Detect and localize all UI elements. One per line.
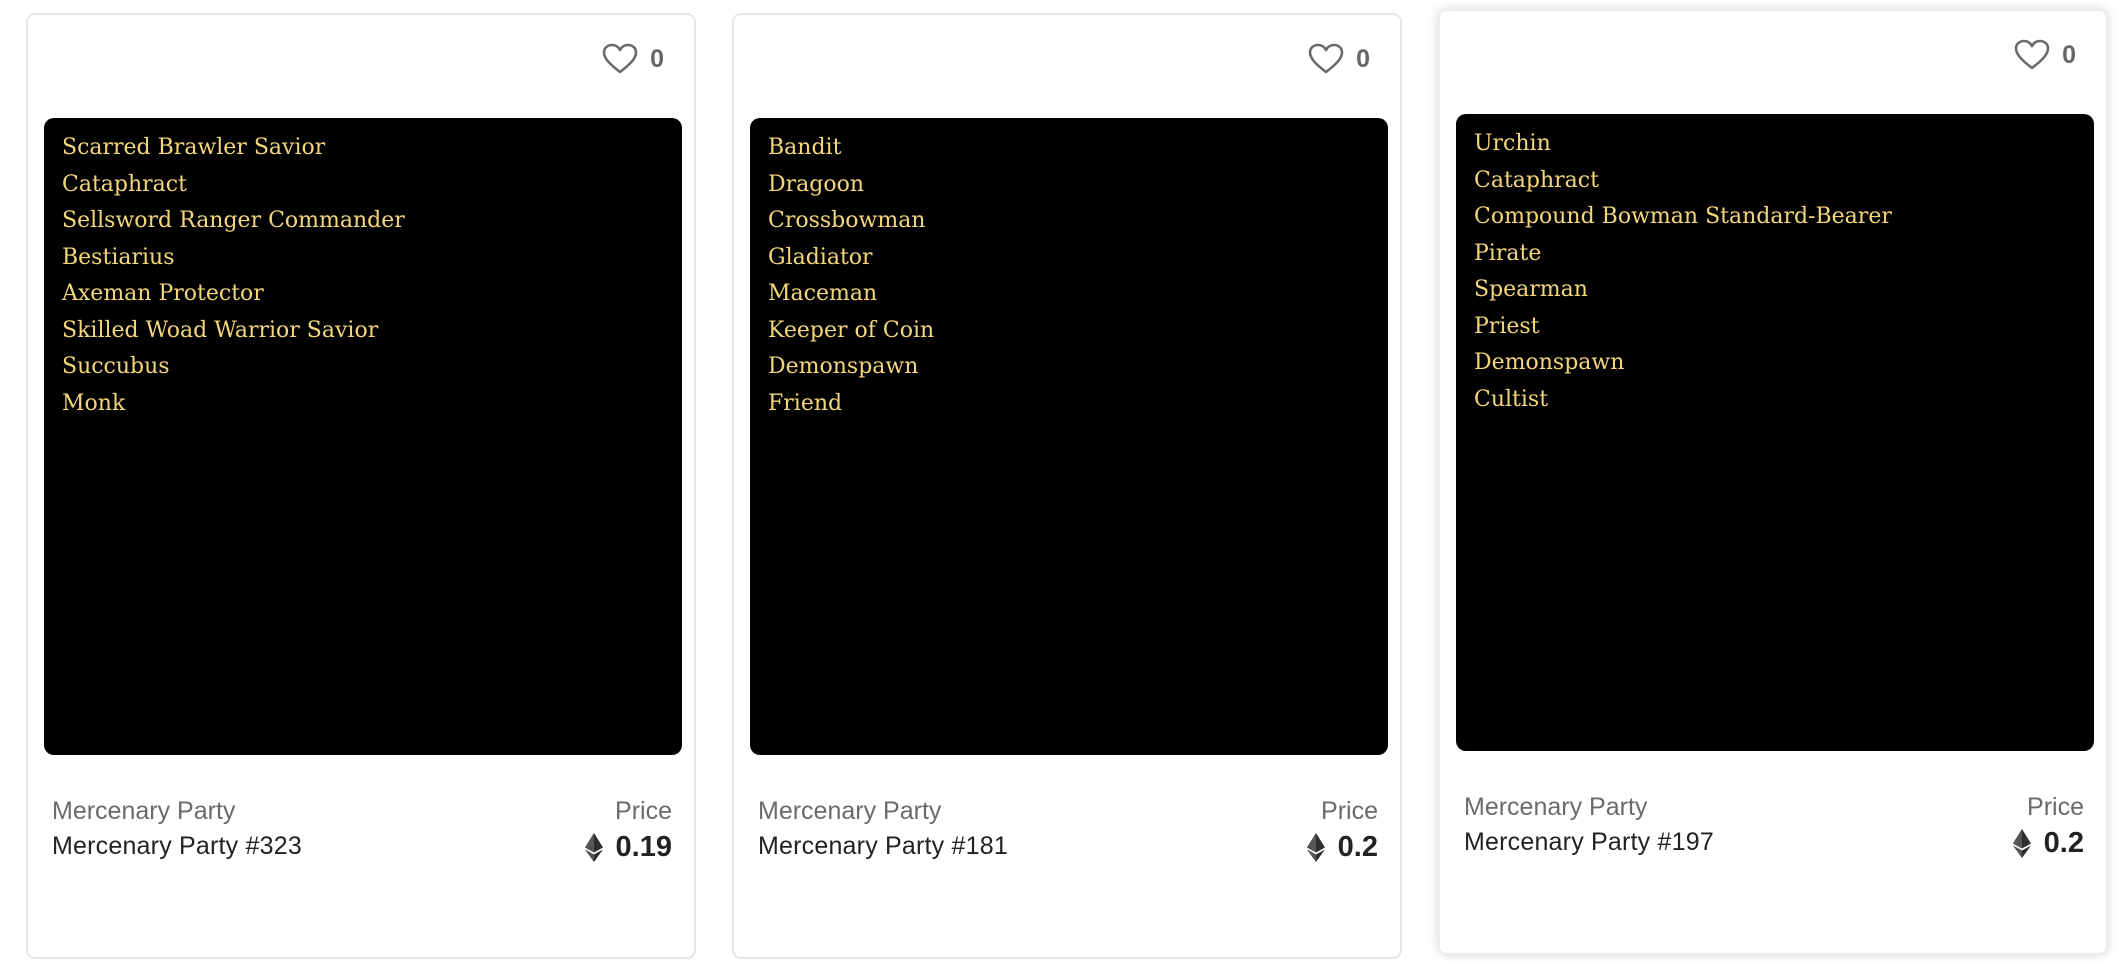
unit-name: Compound Bowman Standard-Bearer xyxy=(1474,204,1892,229)
unit-name: Cultist xyxy=(1474,386,1549,412)
like-button[interactable]: 0 xyxy=(602,43,664,75)
unit-name: Friend xyxy=(768,390,843,416)
unit-name: Dragoon xyxy=(768,171,865,197)
price: 0.19 xyxy=(584,831,672,864)
price-value: 0.2 xyxy=(1337,831,1378,863)
nft-image[interactable]: Bandit Dragoon Crossbowman Gladiator Mac… xyxy=(750,118,1388,755)
unit-name: Priest xyxy=(1474,313,1540,339)
collection-name[interactable]: Mercenary Party xyxy=(52,797,235,826)
unit-name: Demonspawn xyxy=(1474,350,1625,375)
nft-card[interactable]: 0 Bandit Dragoon Crossbowman Gladiator M… xyxy=(732,13,1402,959)
price: 0.2 xyxy=(2012,827,2084,860)
item-title[interactable]: Mercenary Party #323 xyxy=(52,832,302,861)
price-label: Price xyxy=(2027,793,2084,821)
like-count: 0 xyxy=(2062,40,2076,69)
unit-name: Urchin xyxy=(1474,131,1551,156)
like-button[interactable]: 0 xyxy=(2014,39,2076,71)
like-count: 0 xyxy=(1356,44,1370,73)
price-label: Price xyxy=(1321,797,1378,825)
item-title[interactable]: Mercenary Party #197 xyxy=(1464,828,1714,857)
price-value: 0.2 xyxy=(2043,827,2084,859)
heart-icon xyxy=(1308,43,1344,74)
nft-image[interactable]: Urchin Cataphract Compound Bowman Standa… xyxy=(1456,114,2094,751)
nft-image[interactable]: Scarred Brawler Savior Cataphract Sellsw… xyxy=(44,118,682,755)
unit-name: Cataphract xyxy=(62,171,187,197)
collection-name[interactable]: Mercenary Party xyxy=(1464,793,1647,822)
unit-name: Bandit xyxy=(768,135,842,160)
price: 0.2 xyxy=(1306,831,1378,864)
collection-name[interactable]: Mercenary Party xyxy=(758,797,941,826)
unit-name: Axeman Protector xyxy=(62,281,264,306)
like-count: 0 xyxy=(650,44,664,73)
unit-name: Monk xyxy=(62,390,126,416)
ethereum-icon xyxy=(584,833,603,862)
unit-name: Cataphract xyxy=(1474,167,1599,193)
unit-name: Maceman xyxy=(768,281,878,306)
heart-icon xyxy=(602,43,638,74)
unit-name: Keeper of Coin xyxy=(768,317,935,343)
unit-name: Gladiator xyxy=(768,244,873,270)
nft-card[interactable]: 0 Scarred Brawler Savior Cataphract Sell… xyxy=(26,13,696,959)
unit-name: Demonspawn xyxy=(768,354,919,379)
unit-name: Skilled Woad Warrior Savior xyxy=(62,317,379,343)
price-label: Price xyxy=(615,797,672,825)
unit-name: Pirate xyxy=(1474,240,1542,266)
unit-name: Scarred Brawler Savior xyxy=(62,135,326,160)
nft-card[interactable]: 0 Urchin Cataphract Compound Bowman Stan… xyxy=(1438,9,2108,955)
unit-name: Sellsword Ranger Commander xyxy=(62,208,405,233)
item-title[interactable]: Mercenary Party #181 xyxy=(758,832,1008,861)
unit-name: Bestiarius xyxy=(62,244,175,270)
price-value: 0.19 xyxy=(615,831,672,863)
ethereum-icon xyxy=(2012,829,2031,858)
heart-icon xyxy=(2014,39,2050,70)
unit-name: Succubus xyxy=(62,354,170,379)
like-button[interactable]: 0 xyxy=(1308,43,1370,75)
unit-name: Spearman xyxy=(1474,277,1588,302)
ethereum-icon xyxy=(1306,833,1325,862)
unit-name: Crossbowman xyxy=(768,208,926,233)
